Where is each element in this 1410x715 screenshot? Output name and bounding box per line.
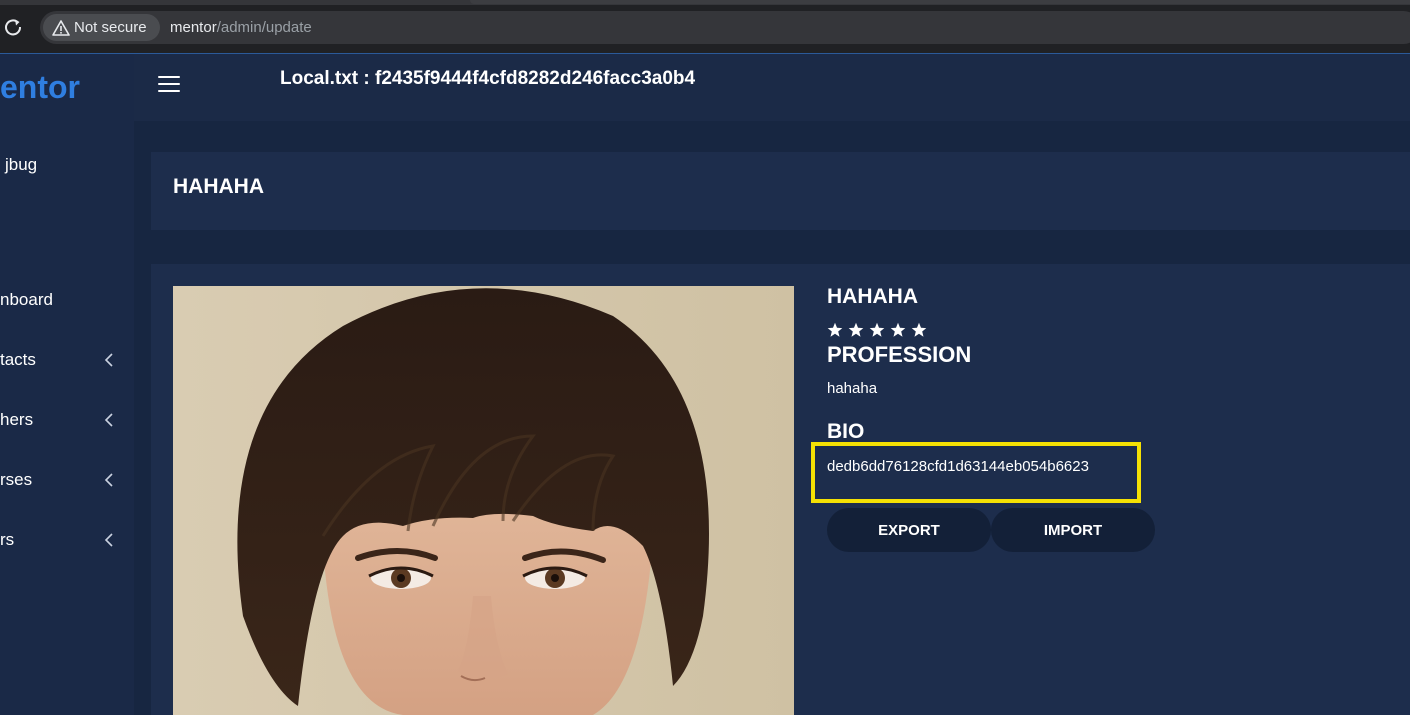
chevron-left-icon: [104, 353, 113, 367]
star-icon: [827, 322, 843, 337]
url-host: mentor: [170, 19, 217, 36]
star-icon: [869, 322, 885, 337]
sidebar-item-users[interactable]: rs: [0, 526, 134, 556]
sidebar-item-others[interactable]: hers: [0, 406, 134, 436]
sidebar-item-label: tacts: [0, 350, 36, 369]
sidebar-item-label: rs: [0, 530, 15, 549]
profession-value: hahaha: [827, 380, 878, 397]
star-icon: [890, 322, 906, 337]
sidebar-item-dashboard[interactable]: nboard: [0, 286, 134, 316]
export-button[interactable]: EXPORT: [827, 508, 991, 552]
star-icon: [848, 322, 864, 337]
bio-heading: BIO: [827, 420, 865, 443]
hamburger-menu-icon[interactable]: [158, 76, 180, 94]
sidebar-item-contacts[interactable]: tacts: [0, 346, 134, 376]
url-path: /admin/update: [216, 19, 312, 36]
reload-icon[interactable]: [3, 17, 23, 37]
sidebar-item-label: rses: [0, 470, 33, 489]
security-indicator[interactable]: Not secure: [43, 14, 160, 41]
sidebar-item-label: hers: [0, 410, 34, 429]
sidebar: [0, 54, 134, 715]
chevron-left-icon: [104, 473, 113, 487]
profile-name: HAHAHA: [827, 285, 918, 308]
browser-tab[interactable]: [470, 0, 1410, 4]
sidebar-user-name[interactable]: jbug: [5, 155, 37, 175]
header-local-txt: Local.txt : f2435f9444f4cfd8282d246facc3…: [280, 68, 696, 89]
page-title: HAHAHA: [173, 175, 264, 198]
chevron-left-icon: [104, 533, 113, 547]
profession-heading: PROFESSION: [827, 342, 972, 367]
rating-stars: [827, 322, 927, 338]
url-text[interactable]: mentor/admin/update: [170, 19, 312, 36]
security-label: Not secure: [74, 19, 147, 36]
star-icon: [911, 322, 927, 337]
page-title-card: HAHAHA: [151, 152, 1410, 230]
toolbar-divider: [0, 53, 1410, 54]
warning-icon: [52, 19, 70, 36]
sidebar-item-label: nboard: [0, 290, 53, 309]
bio-value: dedb6dd76128cfd1d63144eb054b6623: [827, 458, 1089, 475]
brand-logo-text[interactable]: entor: [0, 69, 80, 106]
profile-photo: [173, 286, 794, 715]
import-button[interactable]: IMPORT: [991, 508, 1155, 552]
chevron-left-icon: [104, 413, 113, 427]
sidebar-item-courses[interactable]: rses: [0, 466, 134, 496]
